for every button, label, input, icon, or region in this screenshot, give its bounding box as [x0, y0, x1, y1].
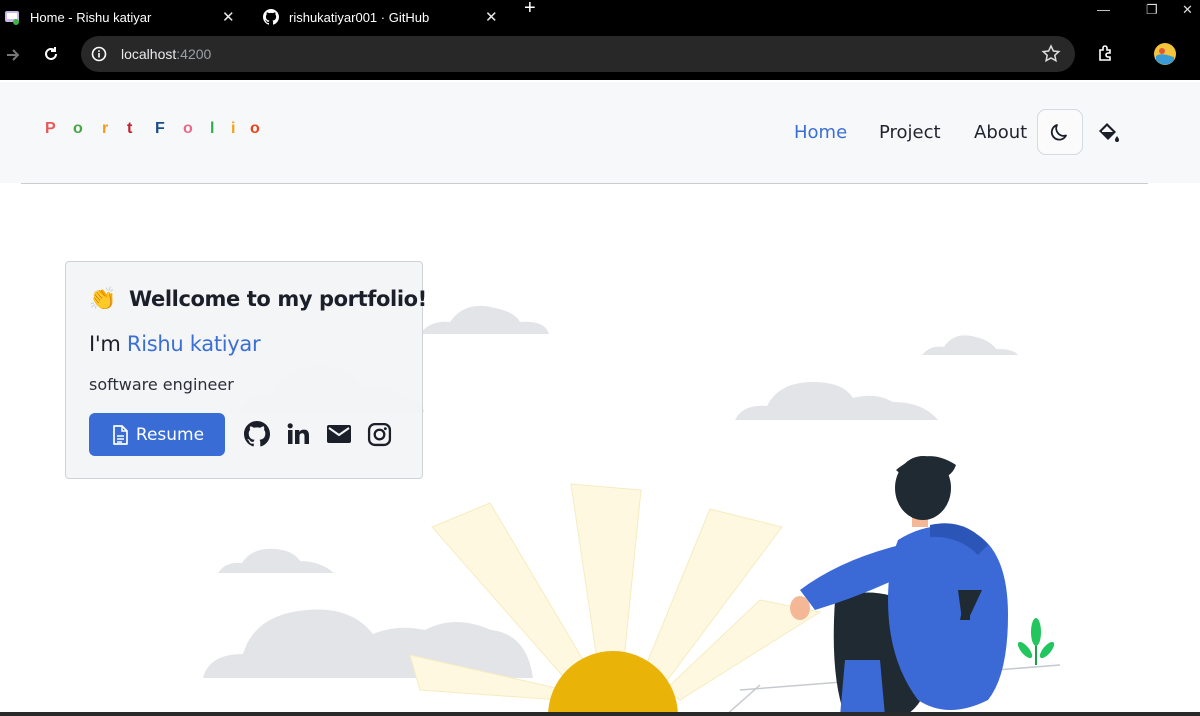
bookmark-star-icon[interactable] [1041, 44, 1061, 64]
logo-letter: F [155, 120, 165, 137]
browser-tab-home[interactable]: Home - Rishu katiyar ✕ [4, 0, 235, 34]
nav-about[interactable]: About [974, 122, 1027, 143]
taskbar-edge [0, 712, 1200, 716]
github-icon [263, 9, 279, 25]
nav-project[interactable]: Project [879, 122, 941, 143]
restore-icon[interactable]: ❐ [1146, 2, 1158, 18]
browser-tab-github[interactable]: rishukatiyar001 · GitHub ✕ [263, 0, 498, 34]
person-figure [790, 456, 1008, 716]
intro-card: 👏 Wellcome to my portfolio! I'm Rishu ka… [65, 261, 427, 479]
mail-icon [327, 425, 351, 443]
github-link[interactable] [243, 420, 271, 448]
logo-letter: o [183, 120, 193, 137]
resume-label: Resume [135, 424, 205, 445]
close-window-icon[interactable]: ✕ [1182, 2, 1193, 18]
clapping-hands-icon: 👏 [89, 286, 117, 311]
url-port: :4200 [176, 46, 212, 62]
browser-tab-bar: Home - Rishu katiyar ✕ rishukatiyar001 ·… [0, 0, 1200, 34]
minimize-icon[interactable]: — [1097, 2, 1110, 17]
extensions-icon[interactable] [1096, 44, 1116, 64]
welcome-heading: Wellcome to my portfolio! [129, 287, 427, 311]
resume-button[interactable]: Resume [89, 413, 225, 456]
new-tab-icon[interactable]: + [524, 0, 536, 18]
forward-icon[interactable] [4, 46, 22, 64]
logo-letter: P [45, 120, 56, 137]
logo-letter: o [73, 120, 83, 137]
url-host: localhost [121, 46, 177, 62]
plant [1017, 618, 1055, 665]
paint-bucket-icon[interactable] [1096, 120, 1122, 146]
url-text: localhost:4200 [121, 46, 211, 62]
person-name: Rishu katiyar [126, 332, 261, 356]
logo-letter: t [127, 120, 133, 137]
linkedin-link[interactable] [284, 420, 312, 448]
logo-letter: l [210, 120, 215, 137]
nav-home[interactable]: Home [794, 122, 847, 143]
role-text: software engineer [89, 375, 234, 394]
instagram-icon [367, 422, 391, 446]
document-icon [113, 424, 128, 445]
site-info-icon[interactable] [91, 46, 107, 62]
intro-line: I'm Rishu katiyar [89, 332, 261, 356]
cloud-icon [203, 609, 533, 678]
cloud-icon [735, 382, 938, 420]
close-tab-icon[interactable]: ✕ [485, 8, 498, 26]
cloud-icon [922, 335, 1018, 355]
portfolio-favicon-icon [5, 11, 19, 25]
profile-avatar-icon[interactable] [1153, 42, 1177, 66]
linkedin-icon [287, 423, 309, 444]
dark-mode-toggle[interactable] [1037, 109, 1083, 155]
sun-ray [570, 483, 642, 681]
moon-icon [1050, 124, 1067, 141]
reload-icon[interactable] [42, 45, 60, 63]
tab-title: rishukatiyar001 · GitHub [289, 9, 430, 25]
logo-letter: i [231, 120, 236, 137]
tab-title: Home - Rishu katiyar [30, 9, 152, 25]
logo-letter: o [250, 120, 260, 137]
browser-toolbar: localhost:4200 [0, 34, 1200, 80]
cloud-icon [218, 548, 334, 573]
github-icon [244, 421, 270, 447]
close-tab-icon[interactable]: ✕ [222, 8, 235, 26]
cloud-icon [420, 305, 549, 334]
instagram-link[interactable] [365, 420, 393, 448]
address-bar[interactable]: localhost:4200 [81, 36, 1075, 72]
intro-prefix: I'm [89, 332, 127, 356]
logo-letter: r [102, 120, 109, 137]
email-link[interactable] [325, 420, 353, 448]
